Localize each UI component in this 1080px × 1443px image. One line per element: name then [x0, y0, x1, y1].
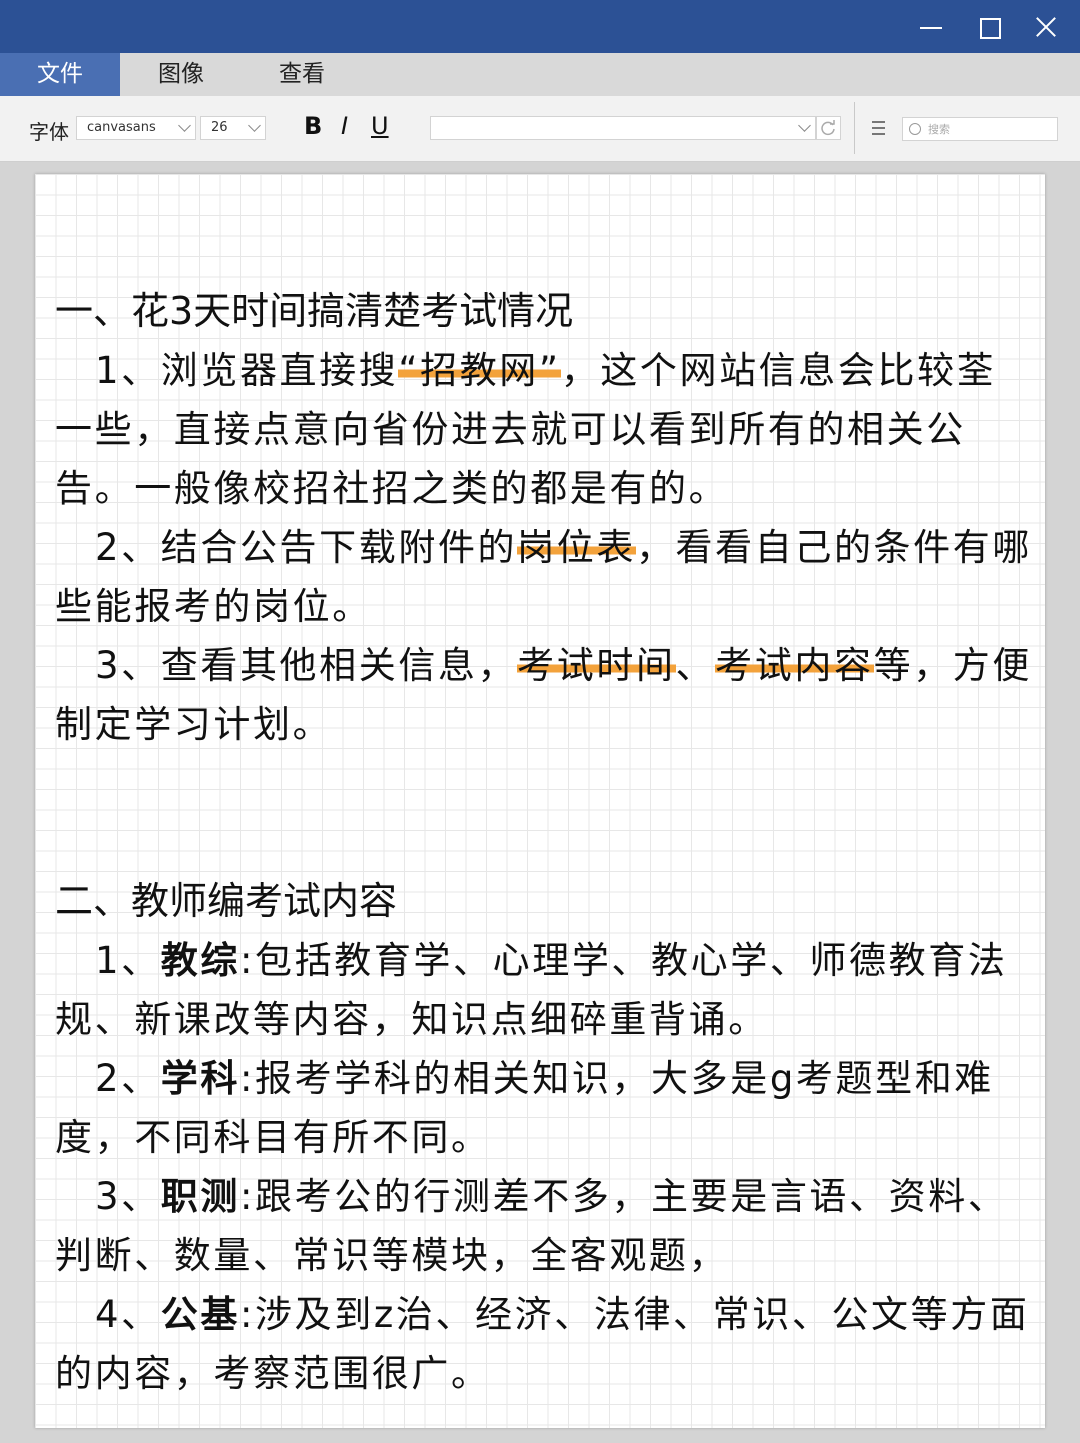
search-icon [909, 123, 921, 135]
numbered-list-icon[interactable] [866, 119, 886, 137]
section-1-item-2: 2、结合公告下载附件的岗位表，看看自己的条件有哪些能报考的岗位。 [55, 518, 1035, 636]
highlighted-text: 岗位表 [517, 526, 636, 569]
maximize-icon[interactable] [970, 8, 1008, 46]
item-number: 3、 [95, 1175, 161, 1218]
underline-button[interactable]: U [371, 112, 389, 140]
font-size-value: 26 [211, 120, 228, 135]
highlighted-text: 考试内容 [715, 644, 874, 687]
document-page[interactable]: 一、花3天时间搞清楚考试情况 1、浏览器直接搜“招教网”，这个网站信息会比较荃一… [35, 174, 1045, 1428]
search-placeholder: 搜索 [928, 123, 950, 136]
item-text: 2、结合公告下载附件的 [95, 526, 518, 569]
bold-button[interactable]: B [304, 112, 322, 140]
menu-bar: 文件 图像 查看 [0, 53, 1080, 96]
highlighted-text: “招教网” [398, 349, 561, 392]
chevron-down-icon [798, 119, 811, 132]
section-1-item-1: 1、浏览器直接搜“招教网”，这个网站信息会比较荃一些，直接点意向省份进去就可以看… [55, 341, 1035, 518]
tab-image[interactable]: 图像 [121, 53, 241, 96]
italic-button[interactable]: I [341, 112, 348, 140]
document-body: 一、花3天时间搞清楚考试情况 1、浏览器直接搜“招教网”，这个网站信息会比较荃一… [55, 282, 1035, 1403]
title-bar [0, 0, 1080, 53]
minimize-icon[interactable] [912, 8, 950, 46]
section-1-heading: 一、花3天时间搞清楚考试情况 [55, 289, 574, 333]
chevron-down-icon [248, 119, 261, 132]
tab-view[interactable]: 查看 [242, 53, 362, 96]
section-2-heading: 二、教师编考试内容 [55, 879, 398, 923]
font-family-value: canvasans [87, 120, 156, 135]
toolbar: 字体 canvasans 26 B I U 搜索 [0, 96, 1080, 162]
font-size-select[interactable]: 26 [200, 116, 266, 140]
refresh-icon [821, 120, 835, 136]
item-term: 职测 [160, 1175, 240, 1218]
item-number: 2、 [95, 1057, 161, 1100]
section-2-item-1: 1、教综:包括教育学、心理学、教心学、师德教育法规、新课改等内容，知识点细碎重背… [55, 931, 1035, 1049]
item-term: 公基 [160, 1293, 240, 1336]
search-input[interactable]: 搜索 [902, 117, 1058, 141]
highlighted-text: 考试时间 [517, 644, 676, 687]
item-text: 1、浏览器直接搜 [95, 349, 399, 392]
toolbar-divider [854, 102, 855, 154]
style-combo[interactable] [430, 116, 816, 140]
section-2-item-2: 2、学科:报考学科的相关知识，大多是g考题型和难度，不同科目有所不同。 [55, 1049, 1035, 1167]
item-number: 1、 [95, 939, 161, 982]
section-1-item-3: 3、查看其他相关信息，考试时间、考试内容等，方便制定学习计划。 [55, 636, 1035, 754]
item-text: 3、查看其他相关信息， [95, 644, 518, 687]
item-text: 、 [675, 644, 716, 687]
close-icon[interactable] [1027, 8, 1065, 46]
section-2-item-4: 4、公基:涉及到z治、经济、法律、常识、公文等方面的内容，考察范围很广。 [55, 1285, 1035, 1403]
font-label: 字体 [29, 120, 69, 144]
chevron-down-icon [178, 119, 191, 132]
section-2-item-3: 3、职测:跟考公的行测差不多，主要是言语、资料、判断、数量、常识等模块，全客观题… [55, 1167, 1035, 1285]
item-number: 4、 [95, 1293, 161, 1336]
item-term: 教综 [160, 939, 240, 982]
font-family-select[interactable]: canvasans [76, 116, 196, 140]
refresh-button[interactable] [816, 116, 841, 140]
tab-file[interactable]: 文件 [0, 53, 120, 96]
item-term: 学科 [160, 1057, 240, 1100]
